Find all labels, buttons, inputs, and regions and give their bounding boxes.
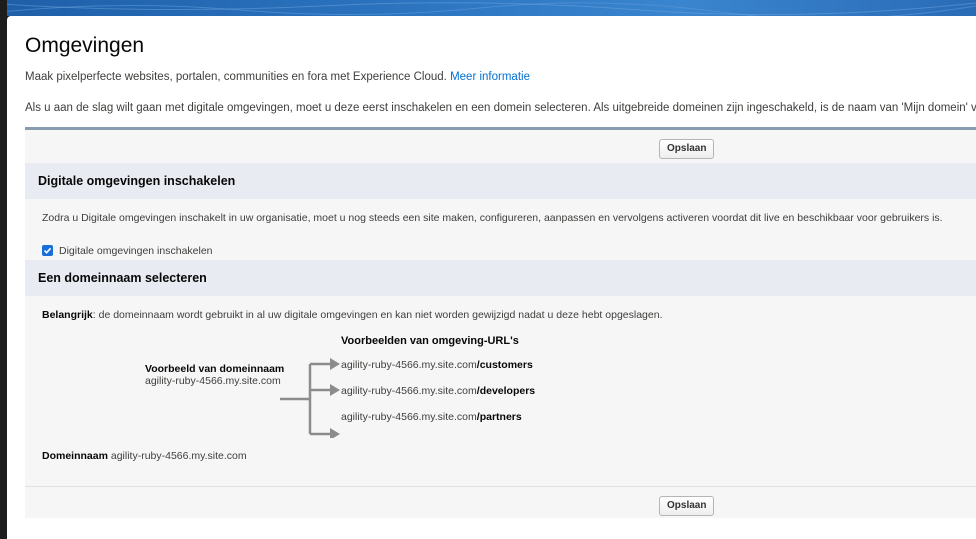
checkmark-icon [43, 247, 52, 254]
domain-name-row: Domeinnaam agility-ruby-4566.my.site.com [42, 450, 247, 462]
intro-text: Maak pixelperfecte websites, portalen, c… [25, 71, 447, 83]
divider [25, 486, 976, 487]
example-urls-title: Voorbeelden van omgeving-URL's [341, 335, 519, 347]
section-header-enable: Digitale omgevingen inschakelen [25, 163, 976, 199]
enable-checkbox[interactable] [42, 245, 53, 256]
enable-description: Zodra u Digitale omgevingen inschakelt i… [42, 212, 943, 224]
domain-name-label: Domeinnaam [42, 450, 108, 462]
settings-panel: Opslaan Digitale omgevingen inschakelen … [25, 127, 976, 518]
url-base: agility-ruby-4566.my.site.com [341, 411, 477, 423]
important-label: Belangrijk [42, 309, 93, 321]
url-base: agility-ruby-4566.my.site.com [341, 385, 477, 397]
setup-page: Omgevingen Maak pixelperfecte websites, … [7, 16, 976, 539]
important-text: : de domeinnaam wordt gebruikt in al uw … [92, 309, 663, 321]
enable-checkbox-label[interactable]: Digitale omgevingen inschakelen [59, 245, 213, 257]
intro-line-2: Als u aan de slag wilt gaan met digitale… [25, 102, 976, 114]
more-info-link[interactable]: Meer informatie [450, 71, 530, 83]
url-path: /developers [476, 385, 536, 397]
domain-name-value: agility-ruby-4566.my.site.com [110, 450, 247, 462]
important-note: Belangrijk: de domeinnaam wordt gebruikt… [42, 309, 663, 321]
header-band [0, 0, 976, 16]
example-url-partners: agility-ruby-4566.my.site.com/partners [341, 411, 522, 423]
section-header-domain: Een domeinnaam selecteren [25, 260, 976, 296]
example-domain-title: Voorbeeld van domeinnaam [145, 363, 285, 375]
example-url-customers: agility-ruby-4566.my.site.com/customers [341, 359, 533, 371]
branch-arrows-icon [280, 358, 340, 438]
example-url-developers: agility-ruby-4566.my.site.com/developers [341, 385, 535, 397]
example-domain-value: agility-ruby-4566.my.site.com [145, 375, 281, 387]
url-base: agility-ruby-4566.my.site.com [341, 359, 477, 371]
window-left-edge [0, 0, 7, 539]
save-button-top[interactable]: Opslaan [659, 139, 715, 159]
url-path: /partners [476, 411, 522, 423]
header-pattern [0, 2, 976, 16]
save-button-bottom[interactable]: Opslaan [659, 496, 715, 516]
intro-line: Maak pixelperfecte websites, portalen, c… [25, 71, 530, 83]
page-title: Omgevingen [25, 34, 145, 57]
url-path: /customers [476, 359, 533, 371]
